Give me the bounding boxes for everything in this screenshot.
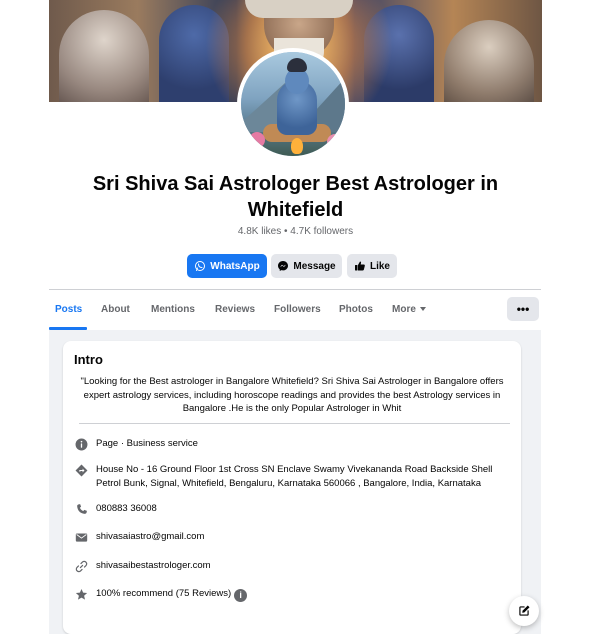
info-icon <box>74 437 88 451</box>
tab-posts[interactable]: Posts <box>55 304 82 315</box>
tab-more[interactable]: More <box>392 304 426 315</box>
mail-icon <box>74 530 88 544</box>
intro-title: Intro <box>74 352 103 367</box>
intro-email-row[interactable]: shivasaiastro@gmail.com <box>74 530 506 544</box>
compose-icon <box>519 605 530 616</box>
star-icon <box>74 587 88 601</box>
intro-address: House No - 16 Ground Floor 1st Cross SN … <box>96 464 493 489</box>
message-label: Message <box>293 260 336 272</box>
thumbs-up-icon <box>354 261 365 271</box>
page-stats[interactable]: 4.8K likes • 4.7K followers <box>0 226 591 237</box>
message-button[interactable]: Message <box>271 254 342 278</box>
intro-rating-row[interactable]: 100% recommend (75 Reviews) i <box>74 587 506 602</box>
avatar-flame <box>291 138 303 154</box>
tab-followers[interactable]: Followers <box>274 304 321 315</box>
tab-reviews[interactable]: Reviews <box>215 304 255 315</box>
intro-category: Page · Business service <box>96 438 198 449</box>
intro-phone-row[interactable]: 080883 36008 <box>74 502 506 516</box>
more-options-button[interactable]: ••• <box>507 297 539 321</box>
page-title: Sri Shiva Sai Astrologer Best Astrologer… <box>92 173 499 221</box>
intro-website-row[interactable]: shivasaibestastrologer.com <box>74 559 506 573</box>
like-label: Like <box>369 260 390 272</box>
cover-headcloth <box>245 0 353 18</box>
compose-button[interactable] <box>509 596 539 626</box>
intro-category-row: Page · Business service <box>74 437 506 451</box>
intro-email: shivasaiastro@gmail.com <box>96 531 205 542</box>
like-button[interactable]: Like <box>347 254 397 278</box>
whatsapp-icon <box>195 261 206 271</box>
whatsapp-button[interactable]: WhatsApp <box>187 254 267 278</box>
whatsapp-label: WhatsApp <box>210 260 260 272</box>
caret-down-icon <box>419 307 426 311</box>
rating-info-icon[interactable]: i <box>234 588 248 602</box>
intro-address-row[interactable]: House No - 16 Ground Floor 1st Cross SN … <box>74 463 506 491</box>
location-diamond-icon <box>74 463 88 477</box>
avatar-hair <box>287 58 307 72</box>
tab-photos[interactable]: Photos <box>339 304 373 315</box>
facebook-page: Sri Shiva Sai Astrologer Best Astrologer… <box>0 0 591 634</box>
intro-bio: "Looking for the Best astrologer in Bang… <box>80 376 504 414</box>
intro-website: shivasaibestastrologer.com <box>96 560 211 571</box>
intro-rating-text: 100% recommend (75 Reviews) <box>96 588 232 599</box>
tab-mentions[interactable]: Mentions <box>151 304 195 315</box>
messenger-icon <box>278 261 289 271</box>
cover-figure-right <box>444 20 534 102</box>
avatar-flower-right <box>327 134 343 150</box>
profile-picture[interactable] <box>237 48 349 160</box>
page-tabs: Posts About Mentions Reviews Followers P… <box>49 290 541 330</box>
phone-icon <box>74 502 88 516</box>
tab-about[interactable]: About <box>101 304 130 315</box>
intro-phone: 080883 36008 <box>96 503 157 514</box>
intro-card: Intro "Looking for the Best astrologer i… <box>63 341 521 634</box>
intro-divider <box>79 423 510 424</box>
link-icon <box>74 559 88 573</box>
avatar-flower-left <box>249 132 265 148</box>
cover-figure-left <box>59 10 149 102</box>
intro-rating: 100% recommend (75 Reviews) i <box>96 587 506 602</box>
tab-more-label: More <box>392 304 416 315</box>
